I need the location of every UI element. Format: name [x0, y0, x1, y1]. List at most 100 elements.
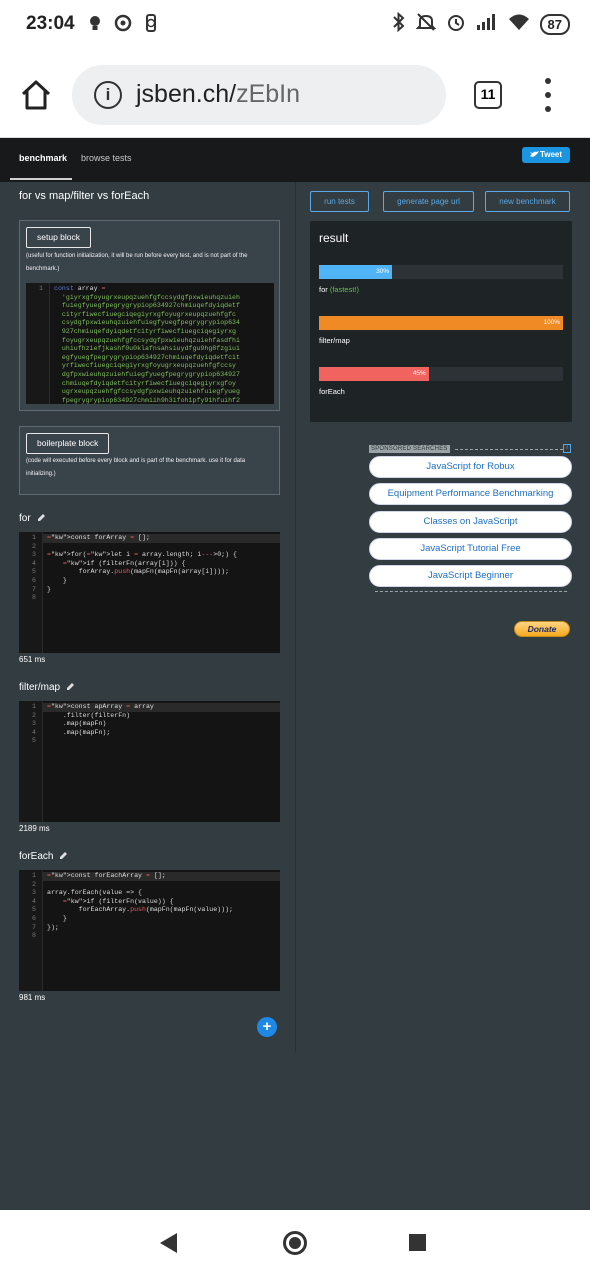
line-numbers: 12345678	[19, 532, 43, 653]
url-text[interactable]: jsben.ch/zEbIn	[136, 80, 300, 109]
signal-icon	[476, 13, 498, 36]
code-line: .filter(filterFn)	[47, 711, 131, 719]
line-number: 1	[32, 703, 36, 710]
edit-icon[interactable]	[66, 682, 75, 691]
donate-button[interactable]: Donate	[514, 621, 570, 637]
back-icon[interactable]	[160, 1233, 177, 1253]
tweet-button[interactable]: Tweet	[522, 147, 570, 163]
code-line: yrfiwecfiuegciqegiyrxgfoyugrxeupqzuehfgf…	[54, 362, 237, 370]
sponsored-search-link[interactable]: Classes on JavaScript	[369, 510, 572, 533]
result-bar: 45%	[319, 367, 429, 381]
test-name[interactable]: filter/map	[19, 682, 75, 693]
info-icon[interactable]: i	[94, 81, 122, 109]
sponsored-search-link[interactable]: JavaScript Tutorial Free	[369, 537, 572, 560]
line-number: 1	[39, 285, 43, 292]
mute-icon	[415, 12, 436, 37]
result-bar-track: 100%	[319, 316, 563, 330]
tab-switcher-button[interactable]: 11	[474, 81, 502, 109]
code-line: array.forEach(value => {	[47, 889, 142, 897]
test-time: 651 ms	[19, 655, 46, 664]
result-bar-track: 30%	[319, 265, 563, 279]
code-line: .map(mapFn)	[47, 720, 107, 728]
sync-icon	[114, 14, 132, 32]
overflow-menu-icon[interactable]	[538, 78, 558, 112]
code-content[interactable]: const array = 'giyrxgfoyugrxeupqzuehfgfc…	[54, 285, 272, 404]
line-number: 5	[32, 906, 36, 914]
line-number: 6	[32, 576, 36, 584]
result-bar-track: 45%	[319, 367, 563, 381]
test-time: 981 ms	[19, 993, 46, 1002]
tab-browse-tests[interactable]: browse tests	[81, 153, 132, 163]
code-content[interactable]: ="kw">const forEachArray = []; array.forE…	[47, 872, 278, 941]
line-number: 2	[32, 880, 36, 888]
result-bar: 30%	[319, 265, 393, 279]
line-number: 3	[32, 551, 36, 559]
add-test-button[interactable]: +	[257, 1017, 277, 1037]
bulb-icon	[86, 14, 104, 32]
line-numbers: 12345678	[19, 870, 43, 991]
recents-icon[interactable]	[409, 1234, 426, 1251]
sponsored-search-link[interactable]: Equipment Performance Benchmarking	[369, 483, 572, 506]
code-line: fpegrygrypiop634927chmiih9h3ifoh1pfy91hf…	[54, 396, 240, 404]
test-name[interactable]: forEach	[19, 851, 68, 862]
line-number: 8	[32, 594, 36, 602]
code-line: chmiuqefdyiqdetfcityrfiwecfiuegciqegiyrx…	[54, 379, 237, 387]
code-line: }	[47, 585, 51, 593]
edit-icon[interactable]	[37, 513, 46, 522]
test-code-editor[interactable]: 12345678 ="kw">const forArray = []; ="kw"…	[19, 532, 280, 653]
code-content[interactable]: ="kw">const apArray = array .filter(filt…	[47, 703, 278, 746]
result-title: result	[319, 231, 349, 245]
setup-code-editor[interactable]: 1 const array = 'giyrxgfoyugrxeupqzuehfg…	[26, 283, 274, 404]
boilerplate-block-button[interactable]: boilerplate block	[26, 433, 110, 454]
code-line: 'giyrxgfoyugrxeupqzuehfgfccsydgfpxwieuhq…	[54, 293, 240, 301]
code-content[interactable]: ="kw">const forArray = []; ="kw">for(="kw…	[47, 534, 278, 603]
browser-toolbar: i jsben.ch/zEbIn 11	[0, 50, 590, 138]
test-name[interactable]: for	[19, 513, 46, 524]
system-nav-bar	[0, 1210, 590, 1280]
line-number: 5	[32, 737, 36, 745]
test-code-editor[interactable]: 12345 ="kw">const apArray = array .filte…	[19, 701, 280, 822]
code-line: uhiufhziefjkashf0u0klafnsahsiuydfgu9hg8f…	[54, 345, 240, 353]
site-nav: benchmark browse tests Tweet	[0, 138, 590, 182]
address-bar[interactable]: i jsben.ch/zEbIn	[72, 65, 446, 125]
setup-block-button[interactable]: setup block	[26, 227, 91, 248]
home-circle-icon[interactable]	[283, 1231, 307, 1255]
result-bar-label: for (fastest!)	[319, 285, 360, 294]
tab-benchmark[interactable]: benchmark	[19, 153, 67, 163]
code-line: ="kw">const forArray = [];	[47, 534, 150, 541]
sponsored-search-link[interactable]: JavaScript Beginner	[369, 565, 572, 588]
code-line: cityrfiwecfiuegciqegiyrxgfoyugrxeupqzueh…	[54, 310, 237, 318]
line-number: 6	[32, 914, 36, 922]
code-line: foyugrxeupqzuehfgfccsydgfpxwieuhqzuiehfa…	[54, 336, 240, 344]
run-tests-button[interactable]: run tests	[310, 191, 369, 212]
line-number: 7	[32, 585, 36, 593]
generate-page-url-button[interactable]: generate page url	[383, 191, 474, 212]
line-number: 1	[32, 872, 36, 879]
code-line: ="kw">const forEachArray = [];	[47, 872, 166, 879]
edit-icon[interactable]	[59, 851, 68, 860]
battery-indicator: 87	[539, 14, 570, 35]
home-icon[interactable]	[18, 77, 54, 113]
ad-info-icon[interactable]: i	[563, 444, 571, 453]
code-line: .map(mapFn);	[47, 728, 111, 736]
line-number: 5	[32, 568, 36, 576]
new-benchmark-button[interactable]: new benchmark	[485, 191, 570, 212]
test-code-editor[interactable]: 12345678 ="kw">const forEachArray = []; a…	[19, 870, 280, 991]
status-time: 23:04	[26, 13, 75, 34]
bluetooth-icon	[392, 11, 406, 37]
line-number: 3	[32, 889, 36, 897]
line-number: 2	[32, 711, 36, 719]
line-number: 8	[32, 932, 36, 940]
code-line: ="kw">if (filterFn(array[i])) {	[62, 559, 186, 567]
code-line: 927chmiuqefdyiqdetfcityrfiwecfiuegciqegi…	[54, 327, 237, 335]
alarm-icon	[446, 12, 466, 37]
code-line: }	[47, 576, 67, 584]
benchmark-title[interactable]: for vs map/filter vs forEach	[19, 190, 149, 202]
sponsored-search-link[interactable]: JavaScript for Robux	[369, 456, 572, 478]
code-line: dgfpxwieuhqzuiehfuiegfyuegfpegrygrypiop6…	[54, 370, 240, 378]
